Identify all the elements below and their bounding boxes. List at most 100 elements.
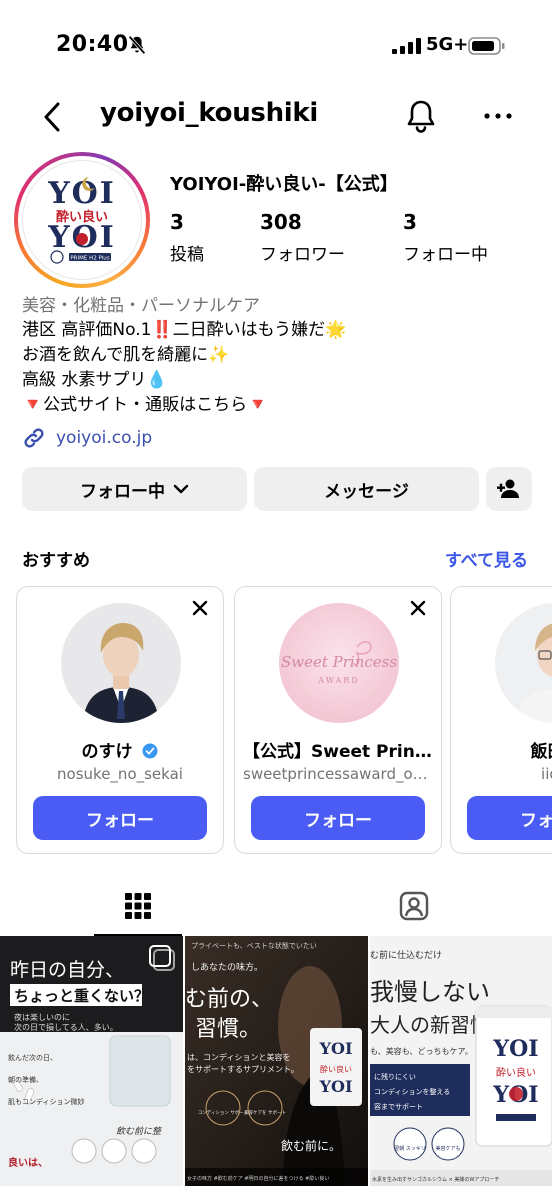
post-top-text: プライベートも、ベストな状態でいたい — [191, 941, 317, 950]
suggestion-avatar[interactable] — [495, 603, 552, 723]
close-icon[interactable] — [191, 599, 209, 617]
post-chip: 美容ケアも — [435, 1145, 460, 1152]
message-button-label: メッセージ — [324, 481, 409, 502]
post-image: 昨日の自分、 ちょっと重くない？ 夜は楽しいのに 次の日で損してる人、多い。 飲… — [0, 936, 183, 1186]
profile-avatar[interactable]: YOI 酔い良い YOI PRIME H2 Plus — [14, 152, 150, 288]
bio-category: 美容・化粧品・パーソナルケア — [22, 296, 260, 316]
suggestion-avatar[interactable] — [61, 603, 181, 723]
profile-display-name: YOIYOI-酔い良い-【公式】 — [170, 174, 398, 195]
package-text-middle: 酔い良い — [496, 1066, 536, 1079]
stat-followers[interactable]: 308 フォロワー — [260, 210, 345, 265]
person-photo — [61, 603, 181, 723]
post-image: YOI 酔い良い YOI プライベートも、ベストな状態でいたい しあなたの味方。… — [185, 936, 368, 1186]
svg-text:YOI: YOI — [319, 1077, 353, 1096]
suggestion-card[interactable]: Sweet Princess AWARD 【公式】Sweet Princess … — [234, 586, 442, 854]
post-headline-2: 習慣。 — [195, 1017, 261, 1042]
tagged-person-icon — [399, 891, 429, 921]
post-subtext-2: をサポートするサプリメント。 — [187, 1065, 299, 1074]
stat-following-value: 3 — [403, 210, 417, 234]
see-all-link[interactable]: すべて見る — [445, 546, 528, 571]
battery-icon — [468, 37, 505, 55]
suggestion-handle: iiday — [541, 765, 552, 783]
post-thumbnail[interactable]: む前に仕込むだけ 我慢しない 大人の新習慣。 も、美容も、どっちもケア。 に残り… — [370, 936, 552, 1186]
grid-icon — [125, 893, 151, 919]
award-logo-subtext: AWARD — [317, 676, 360, 685]
follow-button[interactable]: フォロー — [467, 796, 552, 840]
suggestion-handle: nosuke_no_sekai — [57, 765, 183, 783]
post-subtext: は、コンディションと美容を — [187, 1052, 290, 1062]
post-quote: 飲む前に整 — [116, 1126, 163, 1137]
verified-badge-icon — [142, 743, 158, 759]
post-chip: コンディション サポート — [198, 1109, 249, 1116]
post-box-text: コンディションを整える — [374, 1087, 450, 1096]
back-arrow-icon[interactable] — [38, 100, 66, 134]
post-top-text: む前に仕込むだけ — [370, 949, 442, 961]
post-headline: 我慢しない — [370, 978, 490, 1006]
post-headline-2: ちょっと重くない？ — [14, 987, 149, 1005]
posts-grid: 昨日の自分、 ちょっと重くない？ 夜は楽しいのに 次の日で損してる人、多い。 飲… — [0, 936, 552, 1200]
signal-icon — [392, 38, 421, 54]
close-icon[interactable] — [409, 599, 427, 617]
status-bar: 20:40 5G+ — [0, 0, 552, 92]
post-mid-text: しあなたの味方。 — [191, 961, 263, 973]
add-user-button[interactable] — [486, 467, 532, 511]
post-footer: 良いは、 — [8, 1156, 48, 1169]
suggestion-name: 飯田 礼 — [530, 742, 552, 762]
suggestion-name: のすけ — [25, 737, 215, 762]
post-headline: む前の、 — [185, 987, 273, 1012]
add-user-icon — [497, 479, 519, 498]
post-subtext: 夜は楽しいのに — [14, 1012, 70, 1022]
post-list-item: 朝の準備、 — [8, 1075, 43, 1084]
tab-posts-grid[interactable] — [46, 876, 230, 936]
logo-text-top: YOI — [47, 176, 116, 211]
suggestion-avatar[interactable]: Sweet Princess AWARD — [279, 603, 399, 723]
post-thumbnail[interactable]: YOI 酔い良い YOI プライベートも、ベストな状態でいたい しあなたの味方。… — [185, 936, 368, 1186]
package-text-top: YOI — [492, 1036, 538, 1062]
post-bottom-text: 女子の味方 #飲む前ケア #明日の自分に差をつける #酔い良い — [187, 1175, 329, 1182]
post-headline: 昨日の自分、 — [10, 959, 124, 981]
bio-line: 港区 高評価No.1‼️二日酔いはもう嫌だ🌟 — [22, 320, 347, 340]
follow-button[interactable]: フォロー — [251, 796, 425, 840]
following-button[interactable]: フォロー中 — [22, 467, 247, 511]
svg-text:酔い良い: 酔い良い — [320, 1064, 352, 1074]
message-button[interactable]: メッセージ — [254, 467, 479, 511]
bio-link[interactable]: yoiyoi.co.jp — [22, 424, 152, 452]
post-list-item: 肌もコンディション微妙 — [8, 1097, 85, 1106]
suggestion-card[interactable]: 飯田 礼 iiday フォロー — [450, 586, 552, 854]
suggestion-card[interactable]: のすけ nosuke_no_sekai フォロー — [16, 586, 224, 854]
post-box-text: 容までサポート — [374, 1102, 423, 1111]
stat-posts-label: 投稿 — [170, 245, 204, 265]
profile-header: yoiyoi_koushiki — [0, 92, 552, 140]
following-button-label: フォロー中 — [80, 481, 165, 502]
award-logo: Sweet Princess AWARD — [279, 603, 399, 723]
post-chip: 翌朝 スッキリ — [394, 1146, 426, 1152]
profile-tabs — [0, 876, 552, 936]
tab-tagged[interactable] — [322, 876, 506, 936]
post-subtext: も、美容も、どっちもケア。 — [370, 1046, 473, 1056]
recommended-carousel[interactable]: のすけ nosuke_no_sekai フォロー Sweet Princess … — [16, 586, 552, 856]
bio-line: お酒を飲んで肌を綺麗に✨ — [22, 345, 230, 365]
person-photo — [495, 603, 552, 723]
stat-posts-value: 3 — [170, 210, 184, 234]
follow-button[interactable]: フォロー — [33, 796, 207, 840]
chevron-down-icon — [173, 484, 189, 494]
more-options-icon[interactable] — [482, 102, 514, 130]
stat-posts[interactable]: 3 投稿 — [170, 210, 204, 265]
bell-icon[interactable] — [404, 98, 438, 134]
stat-following[interactable]: 3 フォロー中 — [403, 210, 488, 265]
profile-bio: 美容・化粧品・パーソナルケア 港区 高評価No.1‼️二日酔いはもう嫌だ🌟 お酒… — [22, 294, 532, 418]
stat-followers-value: 308 — [260, 210, 302, 234]
post-thumbnail[interactable]: 昨日の自分、 ちょっと重くない？ 夜は楽しいのに 次の日で損してる人、多い。 飲… — [0, 936, 183, 1186]
link-icon — [24, 428, 44, 448]
post-chip: 美容ケアを サポート — [244, 1109, 286, 1116]
post-list-item: 飲んだ次の日、 — [8, 1053, 57, 1062]
network-type: 5G+ — [426, 34, 469, 55]
bell-off-icon — [128, 35, 146, 55]
post-end-text: 飲む前に。 — [281, 1138, 341, 1153]
profile-username: yoiyoi_koushiki — [100, 98, 319, 128]
status-time: 20:40 — [56, 32, 129, 57]
bio-line: 高級 水素サプリ💧 — [22, 370, 168, 390]
post-image: む前に仕込むだけ 我慢しない 大人の新習慣。 も、美容も、どっちもケア。 に残り… — [370, 936, 552, 1186]
stat-followers-label: フォロワー — [260, 245, 345, 265]
award-logo-text: Sweet Princess — [281, 653, 397, 671]
